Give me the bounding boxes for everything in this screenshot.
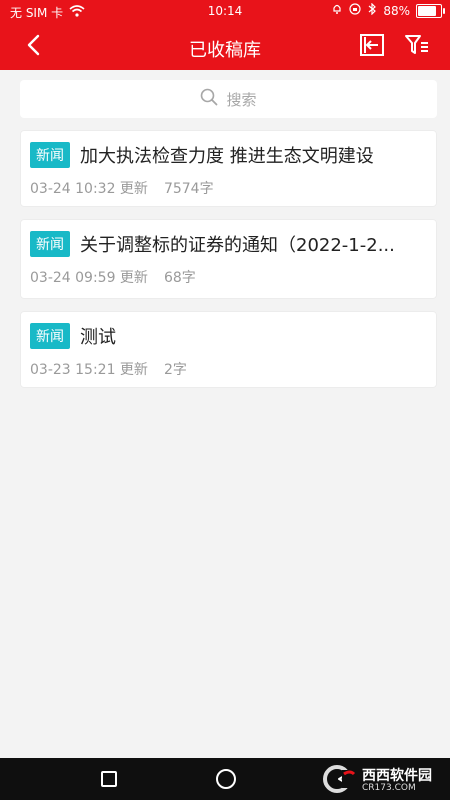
item-updated-time: 03-24 09:59 更新	[30, 270, 148, 286]
home-button[interactable]	[216, 769, 236, 789]
system-nav-bar: 西西软件园 CR173.COM	[0, 758, 450, 800]
watermark-url: CR173.COM	[362, 783, 416, 793]
category-badge: 新闻	[30, 231, 70, 257]
bluetooth-icon	[367, 2, 377, 18]
search-icon	[200, 88, 218, 110]
item-updated-time: 03-24 10:32 更新	[30, 181, 148, 197]
item-word-count: 7574字	[163, 181, 214, 197]
category-badge: 新闻	[30, 323, 70, 349]
recents-button[interactable]	[101, 771, 117, 787]
item-updated-time: 03-23 15:21 更新	[30, 362, 148, 378]
watermark-logo: 西西软件园 CR173.COM	[322, 764, 432, 798]
search-bar[interactable]: 搜索	[20, 80, 437, 118]
filter-button[interactable]	[402, 32, 432, 62]
bell-icon	[331, 3, 343, 18]
battery-percent: 88%	[383, 3, 410, 18]
import-button[interactable]	[357, 32, 387, 62]
item-title: 测试	[80, 327, 116, 348]
filter-icon	[404, 33, 430, 61]
item-word-count: 68字	[163, 270, 196, 286]
list-item[interactable]: 新闻 关于调整标的证券的通知（2022-1-2... 03-24 09:59 更…	[20, 219, 437, 299]
item-title: 关于调整标的证券的通知（2022-1-2...	[80, 235, 395, 256]
battery-icon	[416, 3, 445, 18]
search-placeholder: 搜索	[226, 90, 257, 109]
lock-rotation-icon	[349, 3, 361, 18]
category-badge: 新闻	[30, 142, 70, 168]
battery-fill	[418, 5, 436, 16]
item-title: 加大执法检查力度 推进生态文明建设	[80, 146, 374, 167]
list-item[interactable]: 新闻 加大执法检查力度 推进生态文明建设 03-24 10:32 更新 7574…	[20, 130, 437, 207]
import-icon	[359, 33, 385, 61]
status-bar: 无 SIM 卡 10:14 88%	[0, 0, 450, 24]
watermark-brand: 西西软件园	[362, 768, 432, 784]
logo-mark-icon	[322, 764, 356, 798]
list-item[interactable]: 新闻 测试 03-23 15:21 更新 2字	[20, 311, 437, 388]
app-header: 无 SIM 卡 10:14 88% 已收稿库	[0, 0, 450, 70]
item-word-count: 2字	[163, 362, 187, 378]
